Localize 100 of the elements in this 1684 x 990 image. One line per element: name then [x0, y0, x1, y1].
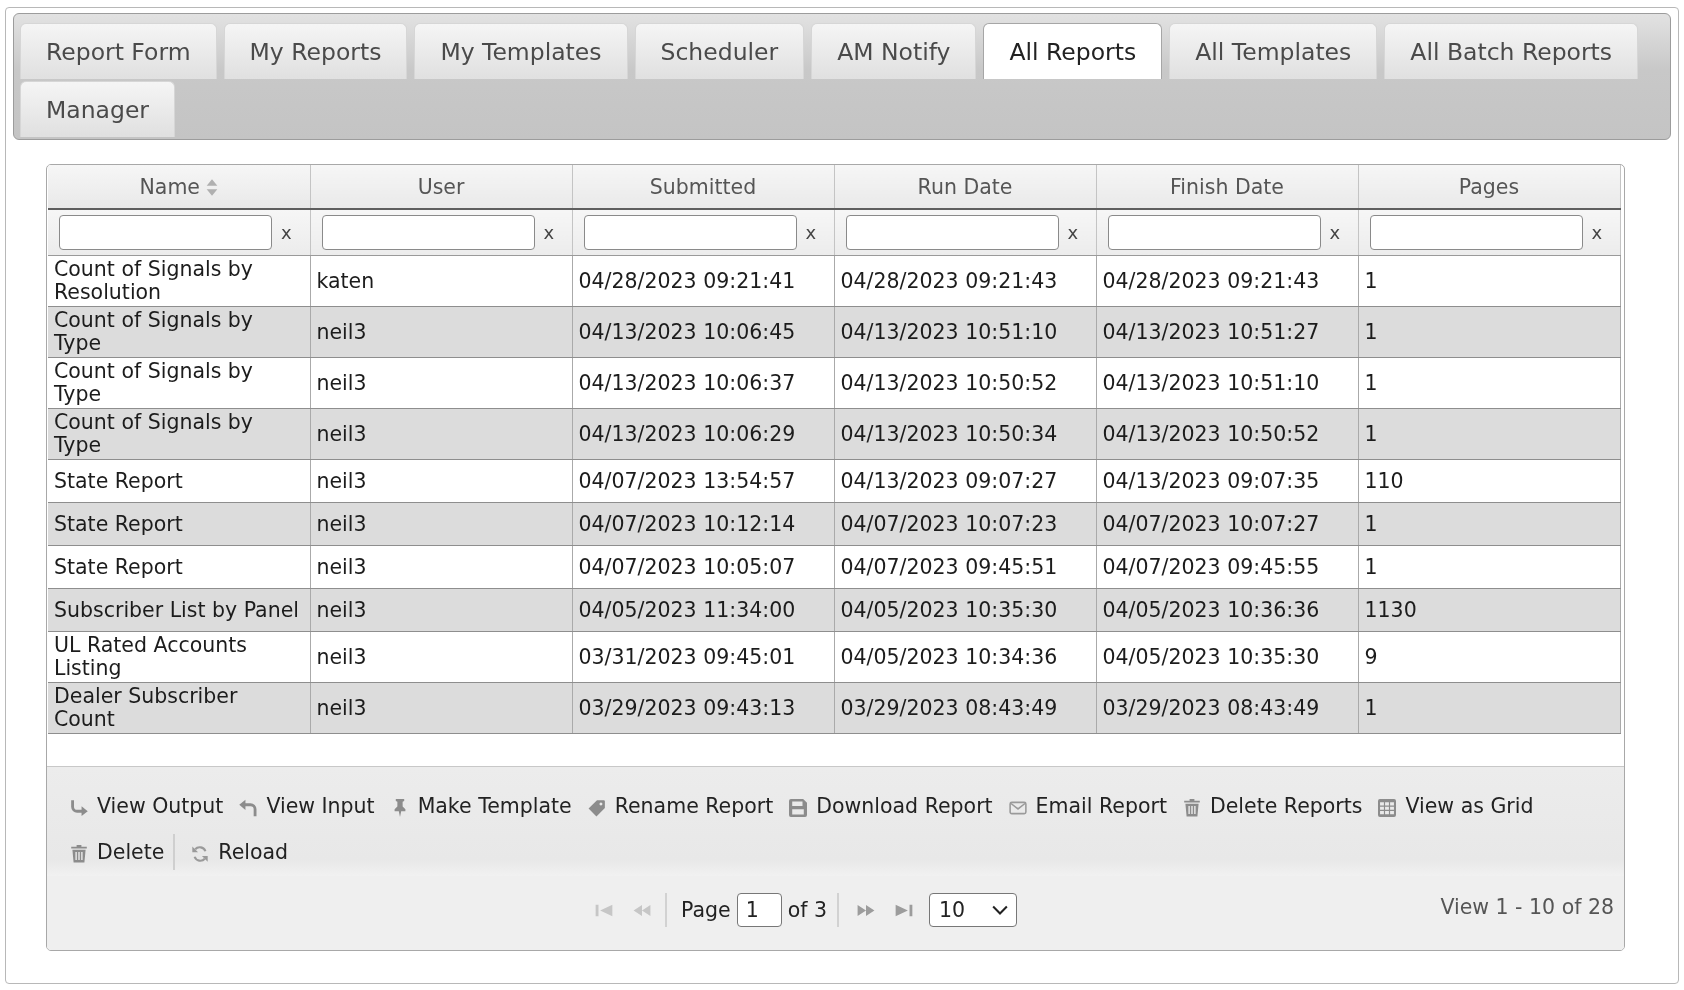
- tab[interactable]: All Batch Reports: [1384, 23, 1639, 79]
- table-cell: neil3: [310, 459, 572, 503]
- filter-field[interactable]: [321, 215, 535, 250]
- table-cell: UL Rated Accounts Listing: [48, 631, 310, 683]
- table-cell: Dealer Subscriber Count: [48, 682, 310, 734]
- table-cell: State Report: [48, 502, 310, 546]
- toolbar-button[interactable]: Reload: [191, 829, 305, 875]
- table-cell: 04/28/2023 09:21:41: [572, 255, 834, 307]
- tab[interactable]: AM Notify: [811, 23, 977, 79]
- table-cell: 04/13/2023 10:50:34: [834, 408, 1096, 460]
- tab[interactable]: My Reports: [223, 23, 408, 79]
- tag-icon: [587, 799, 606, 817]
- table-cell: 04/13/2023 10:06:29: [572, 408, 834, 460]
- table-cell: 1: [1358, 545, 1620, 589]
- table-cell: Count of Signals by Type: [48, 306, 310, 358]
- tab[interactable]: My Templates: [414, 23, 628, 79]
- undo-arrow-icon: [239, 799, 258, 817]
- table-cell: 1: [1358, 255, 1620, 307]
- table-cell: State Report: [48, 545, 310, 589]
- filter-field[interactable]: [59, 215, 272, 250]
- table-cell: 04/28/2023 09:21:43: [1096, 255, 1358, 307]
- table-cell: State Report: [48, 459, 310, 503]
- table-cell: 1: [1358, 408, 1620, 460]
- column-header[interactable]: User: [310, 165, 572, 209]
- table-cell: 04/13/2023 10:51:10: [834, 306, 1096, 358]
- tab[interactable]: Report Form: [20, 23, 217, 79]
- toolbar-button[interactable]: Delete Reports: [1182, 783, 1379, 829]
- table-cell: 04/05/2023 11:34:00: [572, 588, 834, 632]
- table-cell: neil3: [310, 631, 572, 683]
- clear-filter-link[interactable]: x: [281, 222, 292, 243]
- reload-icon: [191, 845, 210, 863]
- trash-icon: [70, 845, 88, 863]
- table-cell: 04/05/2023 10:35:30: [1096, 631, 1358, 683]
- clear-filter-link[interactable]: x: [805, 222, 817, 243]
- table-cell: 04/13/2023 09:07:27: [834, 459, 1096, 503]
- table-cell: 04/13/2023 10:51:10: [1096, 357, 1358, 409]
- filter-field[interactable]: [1107, 215, 1321, 250]
- toolbar-button[interactable]: View Output: [70, 783, 240, 829]
- table-cell: 03/29/2023 08:43:49: [834, 682, 1096, 734]
- toolbar-button[interactable]: View Input: [239, 783, 391, 829]
- table-cell: 04/13/2023 10:50:52: [1096, 408, 1358, 460]
- table-cell: 04/05/2023 10:34:36: [834, 631, 1096, 683]
- skip-back-icon: [595, 903, 613, 917]
- table-cell: 04/07/2023 13:54:57: [572, 459, 834, 503]
- table-cell: 03/29/2023 08:43:49: [1096, 682, 1358, 734]
- clear-filter-link[interactable]: x: [1329, 222, 1341, 243]
- clear-filter-link[interactable]: x: [543, 222, 555, 243]
- table-cell: neil3: [310, 502, 572, 546]
- tab[interactable]: All Templates: [1169, 23, 1378, 79]
- chevron-down-icon: [991, 905, 1008, 915]
- column-header[interactable]: Pages: [1358, 165, 1620, 209]
- clear-filter-link[interactable]: x: [1067, 222, 1079, 243]
- tab[interactable]: All Reports: [983, 23, 1163, 79]
- table-cell: 1: [1358, 682, 1620, 734]
- table-cell: neil3: [310, 306, 572, 358]
- table-cell: 1: [1358, 357, 1620, 409]
- table-cell: 04/07/2023 10:07:27: [1096, 502, 1358, 546]
- toolbar-button[interactable]: Make Template: [390, 783, 588, 829]
- redo-arrow-icon: [70, 799, 88, 817]
- table-cell: 04/07/2023 10:12:14: [572, 502, 834, 546]
- column-header[interactable]: Name: [48, 165, 310, 209]
- toolbar-button[interactable]: View as Grid: [1378, 783, 1550, 829]
- filter-field[interactable]: [583, 215, 797, 250]
- table-cell: 04/13/2023 09:07:35: [1096, 459, 1358, 503]
- table-cell: 03/31/2023 09:45:01: [572, 631, 834, 683]
- table-cell: Subscriber List by Panel: [48, 588, 310, 632]
- table-cell: 9: [1358, 631, 1620, 683]
- filter-field[interactable]: [1369, 215, 1583, 250]
- table-cell: 1: [1358, 502, 1620, 546]
- table-cell: 03/29/2023 09:43:13: [572, 682, 834, 734]
- table-cell: 04/07/2023 09:45:55: [1096, 545, 1358, 589]
- toolbar-button[interactable]: Download Report: [789, 783, 1009, 829]
- filter-field[interactable]: [845, 215, 1059, 250]
- clear-filter-link[interactable]: x: [1591, 222, 1603, 243]
- table-cell: 04/13/2023 10:06:37: [572, 357, 834, 409]
- column-header[interactable]: Finish Date: [1096, 165, 1358, 209]
- table-cell: 04/07/2023 10:07:23: [834, 502, 1096, 546]
- table-cell: 04/13/2023 10:06:45: [572, 306, 834, 358]
- column-header[interactable]: Run Date: [834, 165, 1096, 209]
- page-label: Page: [681, 898, 731, 922]
- table-cell: 1130: [1358, 588, 1620, 632]
- toolbar-button[interactable]: Rename Report: [587, 783, 790, 829]
- table-cell: 04/13/2023 10:50:52: [834, 357, 1096, 409]
- table-cell: neil3: [310, 588, 572, 632]
- table-cell: 04/05/2023 10:36:36: [1096, 588, 1358, 632]
- page-number-field[interactable]: 1: [736, 893, 782, 927]
- table-cell: 04/13/2023 10:51:27: [1096, 306, 1358, 358]
- rows-per-page-select[interactable]: 10: [928, 893, 1017, 927]
- table-cell: Count of Signals by Resolution: [48, 255, 310, 307]
- table-cell: 04/07/2023 10:05:07: [572, 545, 834, 589]
- tab[interactable]: Scheduler: [634, 23, 805, 79]
- double-right-arrow-icon: [856, 903, 875, 917]
- table-cell: 110: [1358, 459, 1620, 503]
- grid-icon: [1378, 799, 1397, 817]
- table-cell: neil3: [310, 682, 572, 734]
- toolbar-button[interactable]: Email Report: [1008, 783, 1183, 829]
- table-cell: Count of Signals by Type: [48, 357, 310, 409]
- tab[interactable]: Manager: [20, 81, 175, 137]
- column-header[interactable]: Submitted: [572, 165, 834, 209]
- table-cell: 04/28/2023 09:21:43: [834, 255, 1096, 307]
